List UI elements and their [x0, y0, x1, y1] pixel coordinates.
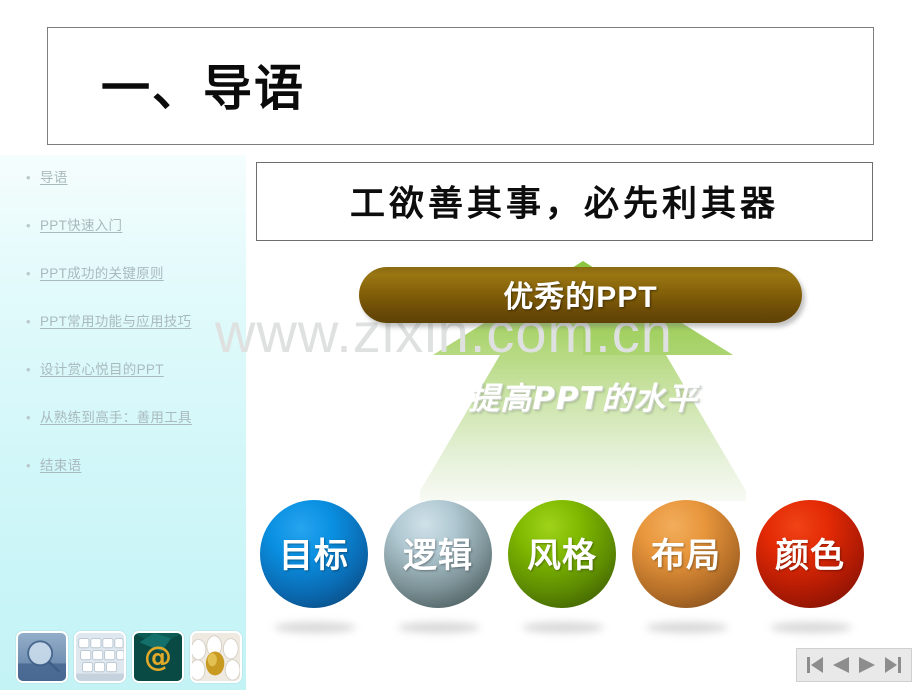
sidebar-item-label: PPT快速入门	[40, 218, 123, 233]
bullet-icon: •	[26, 266, 31, 281]
node-label: 逻辑	[403, 536, 473, 577]
bullet-icon: •	[26, 314, 31, 329]
magnifier-icon	[18, 633, 66, 681]
sidebar-item-daoyu[interactable]: • 导语	[0, 165, 246, 190]
keyboard-icon	[76, 633, 124, 681]
node-yanse[interactable]: 颜色	[756, 500, 868, 633]
sidebar-item-tools[interactable]: • 从熟练到高手：善用工具	[0, 405, 246, 430]
at-sign-thumbnail[interactable]: @	[132, 631, 184, 683]
sidebar-item-label: PPT常用功能与应用技巧	[40, 314, 192, 329]
at-sign-icon: @	[134, 633, 182, 681]
sidebar-item-design[interactable]: • 设计赏心悦目的PPT	[0, 357, 246, 382]
sidebar-item-ppt-quickstart[interactable]: • PPT快速入门	[0, 213, 246, 238]
node-buju[interactable]: 布局	[632, 500, 744, 633]
node-shadow	[398, 622, 480, 633]
node-shadow	[522, 622, 604, 633]
magnifier-thumbnail[interactable]	[16, 631, 68, 683]
node-circle: 布局	[632, 500, 740, 608]
banner-pill[interactable]: 优秀的PPT	[359, 267, 802, 323]
node-mubiao[interactable]: 目标	[260, 500, 372, 633]
thumbnail-strip: @	[16, 631, 242, 683]
node-shadow	[770, 622, 852, 633]
sidebar-item-common-features[interactable]: • PPT常用功能与应用技巧	[0, 309, 246, 334]
page-title: 一、导语	[101, 59, 306, 118]
sidebar-item-label: 设计赏心悦目的PPT	[40, 362, 164, 377]
node-label: 布局	[651, 536, 721, 577]
node-luoji[interactable]: 逻辑	[384, 500, 496, 633]
sidebar-item-key-principles[interactable]: • PPT成功的关键原则	[0, 261, 246, 286]
node-label: 目标	[279, 536, 349, 577]
bullet-icon: •	[26, 218, 31, 233]
sidebar-item-label: 从熟练到高手：善用工具	[40, 410, 192, 425]
bullet-icon: •	[26, 362, 31, 377]
bullet-icon: •	[26, 458, 31, 473]
sidebar-item-label: PPT成功的关键原则	[40, 266, 164, 281]
bullet-icon: •	[26, 410, 31, 425]
presentation-slide: 一、导语 • 导语 • PPT快速入门 • PPT成功的关键原则 • PPT常用…	[0, 0, 920, 690]
node-shadow	[646, 622, 728, 633]
keyboard-thumbnail[interactable]	[74, 631, 126, 683]
outline-sidebar: • 导语 • PPT快速入门 • PPT成功的关键原则 • PPT常用功能与应用…	[0, 155, 246, 690]
node-circles: 目标 逻辑 风格 布局 颜色	[246, 500, 920, 690]
node-circle: 目标	[260, 500, 368, 608]
svg-text:@: @	[144, 640, 172, 673]
bullet-icon: •	[26, 170, 31, 185]
node-shadow	[274, 622, 356, 633]
sidebar-item-label: 导语	[40, 170, 68, 185]
sidebar-item-conclusion[interactable]: • 结束语	[0, 453, 246, 478]
diagram-graphic: 提高PPT的水平 优秀的PPT 目标 逻辑 风格 布局 颜色	[246, 150, 920, 690]
slide-title-box: 一、导语	[47, 27, 874, 145]
node-label: 风格	[527, 536, 597, 577]
node-label: 颜色	[775, 536, 845, 577]
golden-egg-thumbnail[interactable]	[190, 631, 242, 683]
banner-label: 优秀的PPT	[503, 281, 658, 315]
node-circle: 风格	[508, 500, 616, 608]
node-circle: 逻辑	[384, 500, 492, 608]
outline-list: • 导语 • PPT快速入门 • PPT成功的关键原则 • PPT常用功能与应用…	[0, 165, 246, 501]
golden-egg-icon	[192, 633, 240, 681]
node-fengge[interactable]: 风格	[508, 500, 620, 633]
sidebar-item-label: 结束语	[40, 458, 82, 473]
node-circle: 颜色	[756, 500, 864, 608]
